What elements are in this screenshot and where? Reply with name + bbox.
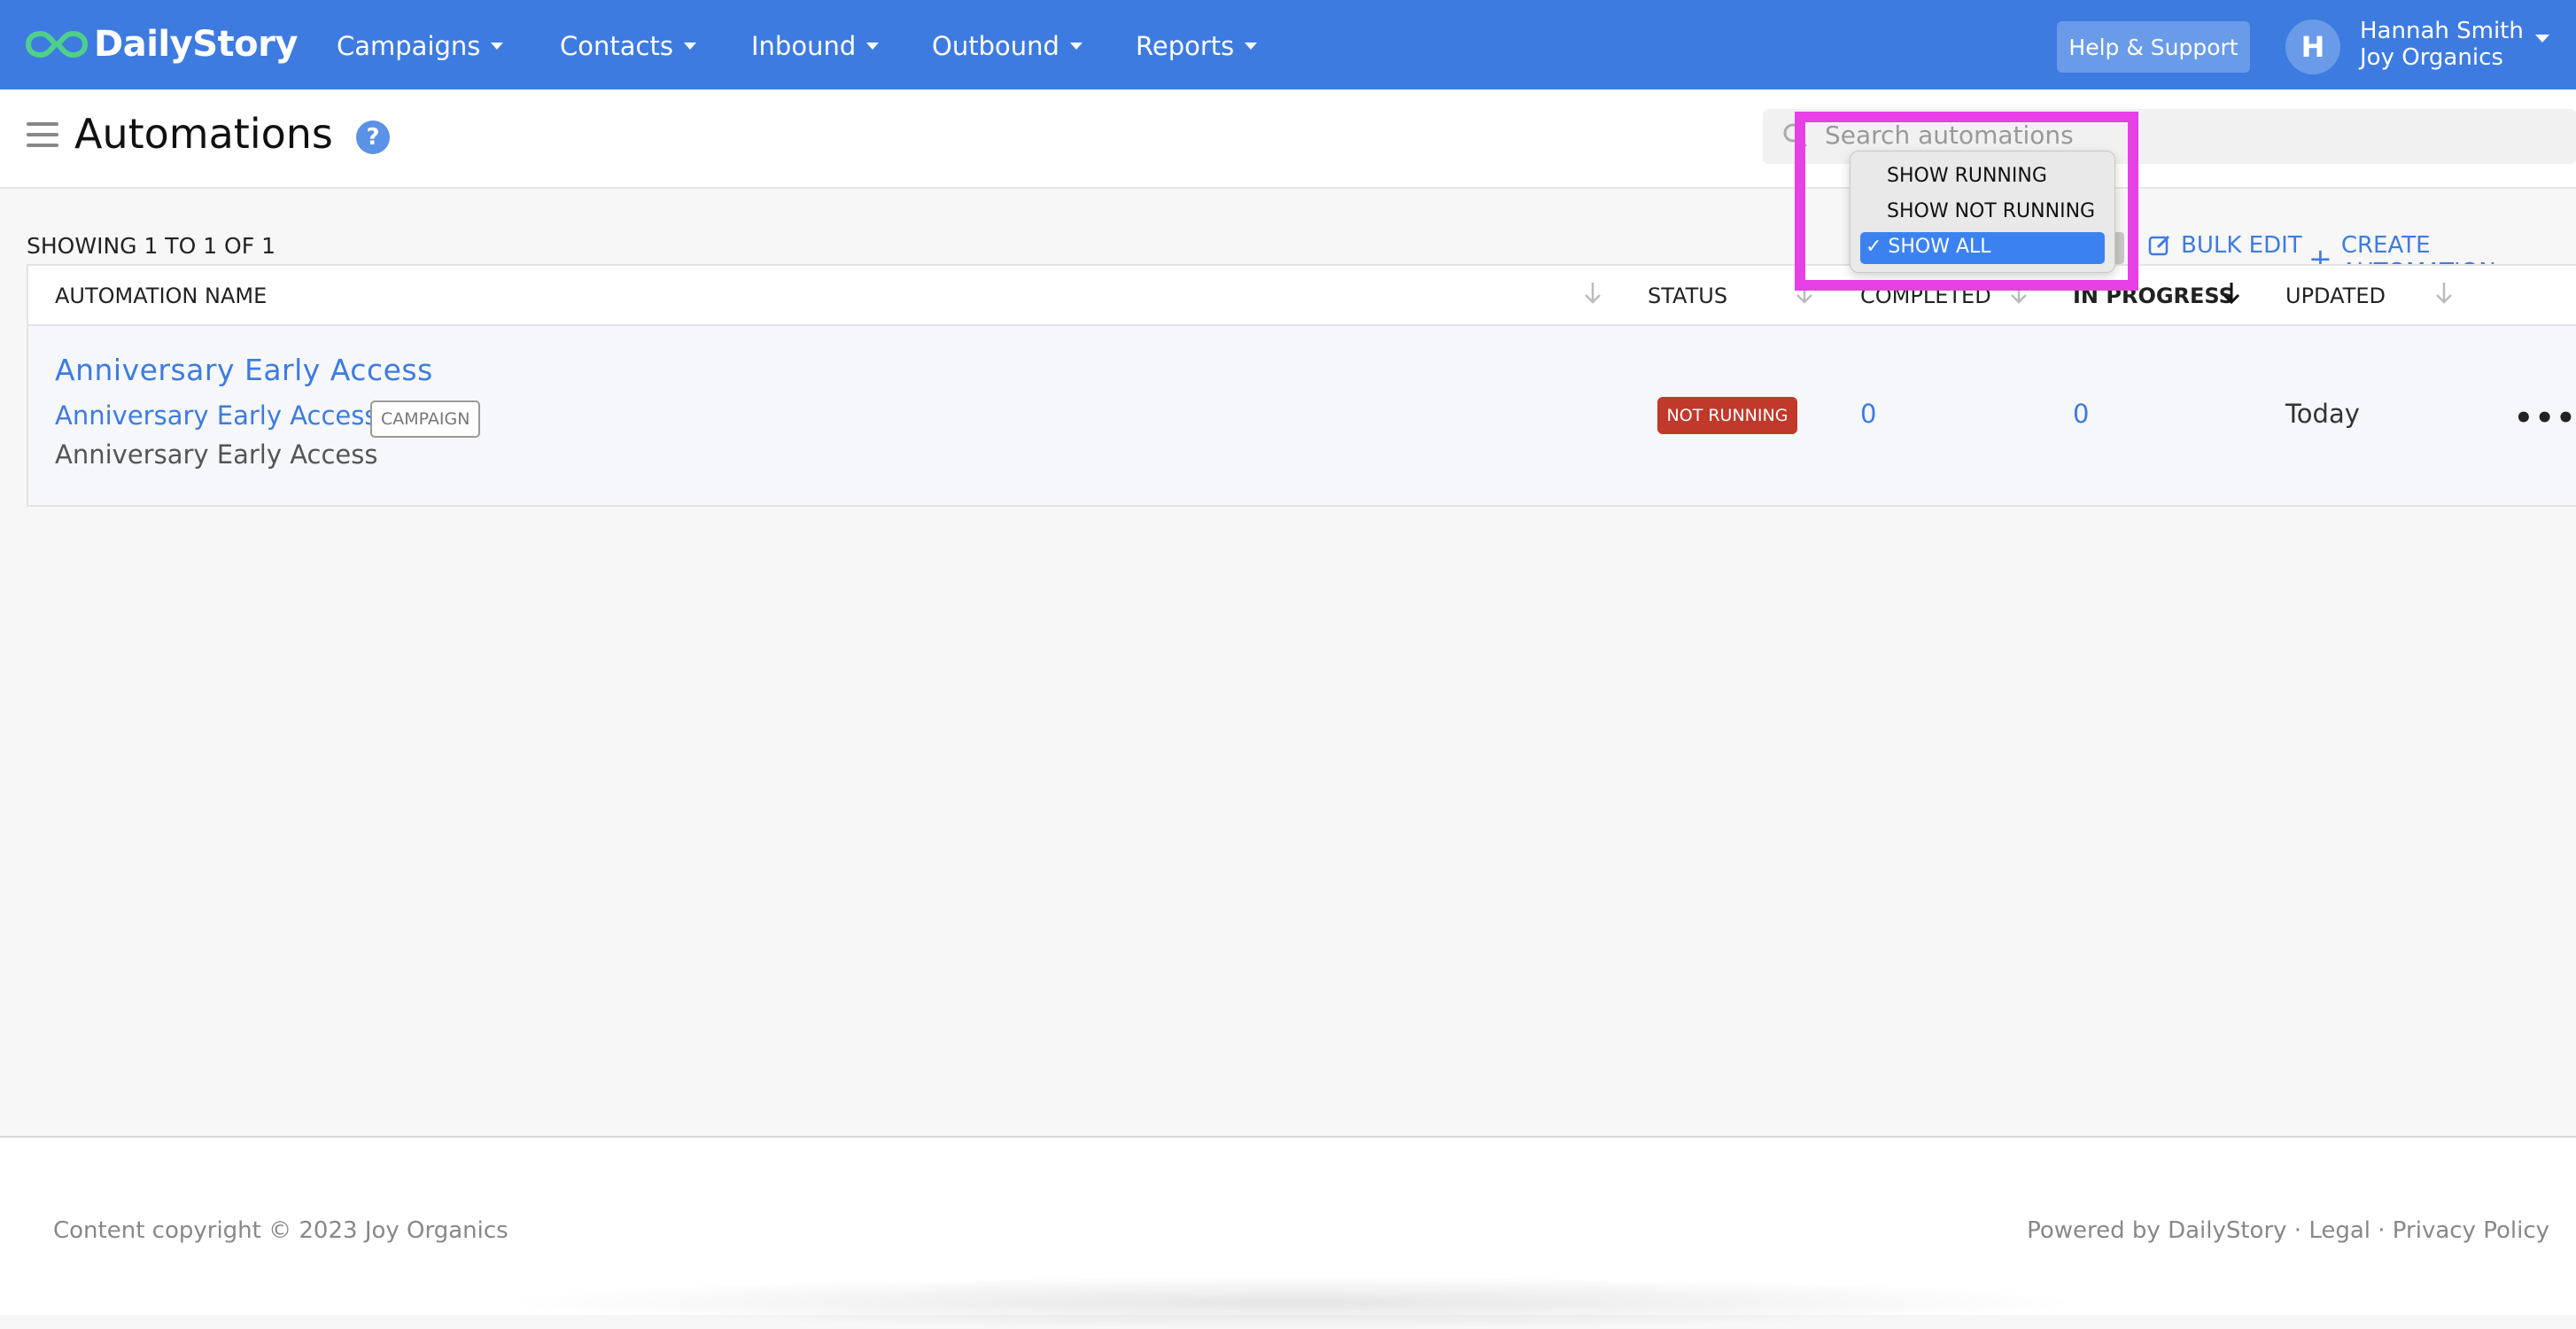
infinity-logo-icon	[25, 30, 89, 58]
caret-down-icon	[683, 43, 696, 50]
nav-inbound-label: Inbound	[751, 31, 857, 61]
sort-arrow-active-icon[interactable]	[2222, 280, 2241, 307]
nav-reports[interactable]: Reports	[1136, 27, 1258, 66]
brand-name: DailyStory	[94, 24, 298, 65]
nav-inbound[interactable]: Inbound	[751, 27, 880, 66]
campaign-link[interactable]: Anniversary Early Access	[55, 400, 378, 431]
footer-links[interactable]: Powered by DailyStory · Legal · Privacy …	[2027, 1217, 2549, 1244]
completed-count[interactable]: 0	[1860, 399, 1876, 429]
help-question-icon[interactable]: ?	[356, 120, 390, 154]
avatar[interactable]: H	[2285, 19, 2340, 74]
in-progress-count[interactable]: 0	[2073, 399, 2089, 429]
footer-copyright: Content copyright © 2023 Joy Organics	[53, 1217, 508, 1244]
highlight-box	[1795, 112, 2138, 291]
hamburger-menu-icon[interactable]	[27, 122, 58, 147]
column-status[interactable]: STATUS	[1648, 284, 1727, 308]
updated-value: Today	[2285, 399, 2360, 429]
caret-down-icon	[866, 43, 880, 50]
edit-icon	[2148, 235, 2170, 256]
sort-arrow-icon[interactable]	[2434, 280, 2454, 307]
nav-outbound[interactable]: Outbound	[932, 27, 1082, 66]
user-name[interactable]: Hannah Smith	[2360, 18, 2524, 44]
more-options-icon[interactable]: •••	[2514, 400, 2576, 436]
nav-contacts[interactable]: Contacts	[560, 27, 696, 66]
caret-down-icon	[1245, 43, 1258, 50]
automation-description: Anniversary Early Access	[55, 439, 378, 470]
bulk-edit-button[interactable]: BULK EDIT	[2147, 232, 2302, 259]
nav-campaigns-label: Campaigns	[337, 31, 481, 61]
user-menu-caret-icon[interactable]	[2535, 35, 2549, 43]
results-count: SHOWING 1 TO 1 OF 1	[27, 233, 275, 259]
nav-outbound-label: Outbound	[932, 31, 1059, 61]
user-organization[interactable]: Joy Organics	[2360, 44, 2503, 71]
sort-arrow-icon[interactable]	[1583, 280, 1602, 307]
bottom-shadow	[496, 1276, 2091, 1329]
column-updated[interactable]: UPDATED	[2285, 284, 2386, 308]
dailystory-logo[interactable]: DailyStory	[25, 23, 298, 66]
automation-title-link[interactable]: Anniversary Early Access	[55, 353, 433, 387]
column-automation-name[interactable]: AUTOMATION NAME	[55, 284, 267, 308]
bulk-edit-label: BULK EDIT	[2181, 232, 2302, 259]
nav-contacts-label: Contacts	[560, 31, 673, 61]
nav-campaigns[interactable]: Campaigns	[337, 27, 504, 66]
page-title: Automations	[74, 110, 333, 158]
campaign-badge: CAMPAIGN	[370, 400, 481, 438]
status-badge: NOT RUNNING	[1657, 397, 1797, 434]
caret-down-icon	[491, 43, 504, 50]
nav-reports-label: Reports	[1136, 31, 1235, 61]
help-support-button[interactable]: Help & Support	[2057, 21, 2250, 73]
caret-down-icon	[1069, 43, 1082, 50]
